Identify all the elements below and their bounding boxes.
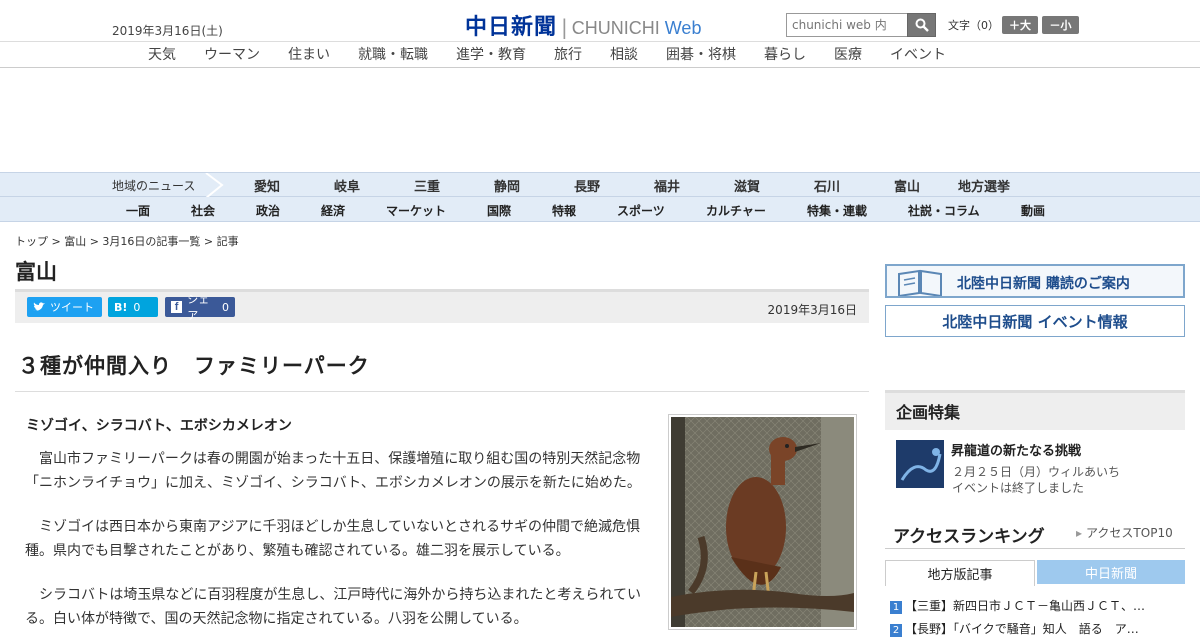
ranking-item[interactable]: 2 【長野】「バイクで騒音」知人 語る ア… (890, 620, 1180, 637)
region-nav-label: 地域のニュース (112, 179, 196, 193)
article-paragraph: シラコバトは埼玉県などに百羽程度が生息し、江戸時代に海外から持ち込まれたと考えら… (25, 587, 641, 627)
article-headline: ３種が仲間入り ファミリーパーク (18, 354, 370, 378)
nav-housing[interactable]: 住まい (288, 44, 330, 64)
hatena-icon: B! (114, 300, 128, 314)
main-nav-politics[interactable]: 政治 (256, 202, 280, 219)
breadcrumb[interactable]: トップ > 富山 > 3月16日の記事一覧 > 記事 (15, 233, 239, 249)
region-fukui[interactable]: 福井 (654, 176, 680, 195)
main-nav-international[interactable]: 国際 (487, 202, 511, 219)
ranking-heading: アクセスランキング (893, 527, 1045, 547)
headline-divider (15, 391, 869, 392)
nav-go-shogi[interactable]: 囲碁・将棋 (666, 44, 736, 64)
region-ishikawa[interactable]: 石川 (814, 176, 840, 195)
facebook-share-count: 0 (222, 300, 229, 314)
logo-english: CHUNICHI (571, 18, 660, 38)
nav-living[interactable]: 暮らし (764, 44, 806, 64)
logo-separator: | (561, 15, 568, 39)
logo-japanese: 中日新聞 (465, 14, 558, 40)
region-elections[interactable]: 地方選挙 (958, 176, 1010, 195)
site-logo[interactable]: 中日新聞 | CHUNICHI Web (465, 9, 701, 41)
tab-chunichi[interactable]: 中日新聞 (1037, 560, 1185, 584)
main-nav-culture[interactable]: カルチャー (706, 202, 766, 219)
font-size-label: 文字（0） (948, 19, 999, 32)
ad-area (0, 68, 1200, 172)
feature-heading-box: 企画特集 (885, 390, 1185, 430)
tweet-label: ツイート (50, 301, 94, 314)
main-nav-economy[interactable]: 経済 (321, 202, 345, 219)
font-smaller-button[interactable]: －小 (1042, 16, 1079, 34)
nav-woman[interactable]: ウーマン (204, 44, 260, 64)
search-icon (915, 18, 929, 32)
feature-thumbnail[interactable] (896, 440, 944, 488)
article-subhead: ミゾゴイ、シラコバト、エボシカメレオン (26, 418, 292, 434)
book-icon (898, 269, 942, 296)
ranking-text: 【長野】「バイクで騒音」知人 語る ア… (905, 622, 1139, 636)
main-nav-editorials[interactable]: 社説・コラム (908, 202, 980, 219)
twitter-icon (33, 302, 45, 311)
main-nav-special[interactable]: 特報 (552, 202, 576, 219)
heron-photo-image (671, 417, 854, 627)
feature-heading: 企画特集 (896, 403, 961, 422)
ranking-top10-link[interactable]: ▸ アクセスTOP10 (1076, 524, 1173, 541)
ranking-number: 2 (890, 624, 902, 637)
nav-jobs[interactable]: 就職・転職 (358, 44, 428, 64)
nav-weather[interactable]: 天気 (148, 44, 176, 64)
search-button[interactable] (907, 13, 936, 37)
article-date: 2019年3月16日 (767, 303, 857, 317)
category-nav: 天気 ウーマン 住まい 就職・転職 進学・教育 旅行 相談 囲碁・将棋 暮らし … (0, 42, 1200, 68)
article-photo[interactable] (668, 414, 857, 630)
main-nav: 一面 社会 政治 経済 マーケット 国際 特報 スポーツ カルチャー 特集・連載… (0, 197, 1200, 222)
font-larger-button[interactable]: ＋大 (1002, 16, 1038, 34)
subscribe-label: 北陸中日新聞 購読のご案内 (957, 276, 1130, 292)
region-shiga[interactable]: 滋賀 (734, 176, 760, 195)
main-nav-society[interactable]: 社会 (191, 202, 215, 219)
chevron-right-icon: ▸ (1076, 526, 1083, 540)
events-banner[interactable]: 北陸中日新聞 イベント情報 (885, 305, 1185, 337)
top-header: 2019年3月16日(土) 中日新聞 | CHUNICHI Web 文字（0） … (0, 0, 1200, 42)
subscribe-banner[interactable]: 北陸中日新聞 購読のご案内 (885, 264, 1185, 298)
main-nav-sports[interactable]: スポーツ (617, 202, 665, 219)
feature-title[interactable]: 昇龍道の新たなる挑戦 (951, 440, 1081, 459)
ranking-item[interactable]: 1 【三重】新四日市ＪＣＴ－亀山西ＪＣＴ、… (890, 597, 1180, 614)
header-date: 2019年3月16日(土) (112, 24, 223, 38)
region-arrow-icon (205, 173, 224, 198)
region-nav: 地域のニュース 愛知 岐阜 三重 静岡 長野 福井 滋賀 石川 富山 地方選挙 (0, 172, 1200, 198)
region-toyama[interactable]: 富山 (894, 176, 920, 195)
nav-consult[interactable]: 相談 (610, 44, 638, 64)
tweet-button[interactable]: ツイート (27, 297, 102, 317)
share-bar: ツイート B! 0 f シェア 0 2019年3月16日 (15, 289, 869, 323)
region-gifu[interactable]: 岐阜 (334, 176, 360, 195)
hatena-count: 0 (133, 300, 141, 314)
main-nav-market[interactable]: マーケット (386, 202, 446, 219)
region-nagano[interactable]: 長野 (574, 176, 600, 195)
feature-note: イベントは終了しました (952, 481, 1085, 495)
nav-events[interactable]: イベント (890, 44, 946, 64)
nav-medical[interactable]: 医療 (834, 44, 862, 64)
main-nav-features[interactable]: 特集・連載 (807, 202, 867, 219)
hatena-button[interactable]: B! 0 (108, 297, 158, 317)
dragon-logo-icon (896, 440, 944, 488)
article-paragraph: ミゾゴイは西日本から東南アジアに千羽ほどしか生息していないとされるサギの仲間で絶… (25, 519, 641, 559)
region-aichi[interactable]: 愛知 (254, 176, 280, 195)
ranking-text: 【三重】新四日市ＪＣＴ－亀山西ＪＣＴ、… (905, 599, 1146, 613)
section-title: 富山 (15, 260, 57, 284)
feature-date: ２月２５日（月）ウィルあいち (952, 465, 1121, 479)
main-nav-front[interactable]: 一面 (126, 202, 150, 219)
ranking-divider (885, 548, 1185, 549)
logo-web: Web (664, 18, 702, 38)
nav-travel[interactable]: 旅行 (554, 44, 582, 64)
tab-local-articles[interactable]: 地方版記事 (885, 560, 1035, 586)
article-paragraph: 富山市ファミリーパークは春の開園が始まった十五日、保護増殖に取り組む国の特別天然… (25, 451, 641, 491)
ranking-top10-label: アクセスTOP10 (1086, 526, 1173, 540)
ranking-number: 1 (890, 601, 902, 614)
facebook-icon: f (171, 301, 183, 313)
region-shizuoka[interactable]: 静岡 (494, 176, 520, 195)
facebook-share-button[interactable]: f シェア 0 (165, 293, 235, 322)
nav-education[interactable]: 進学・教育 (456, 44, 526, 64)
region-mie[interactable]: 三重 (414, 176, 440, 195)
main-nav-video[interactable]: 動画 (1021, 202, 1045, 219)
facebook-share-label: シェア (187, 293, 210, 322)
